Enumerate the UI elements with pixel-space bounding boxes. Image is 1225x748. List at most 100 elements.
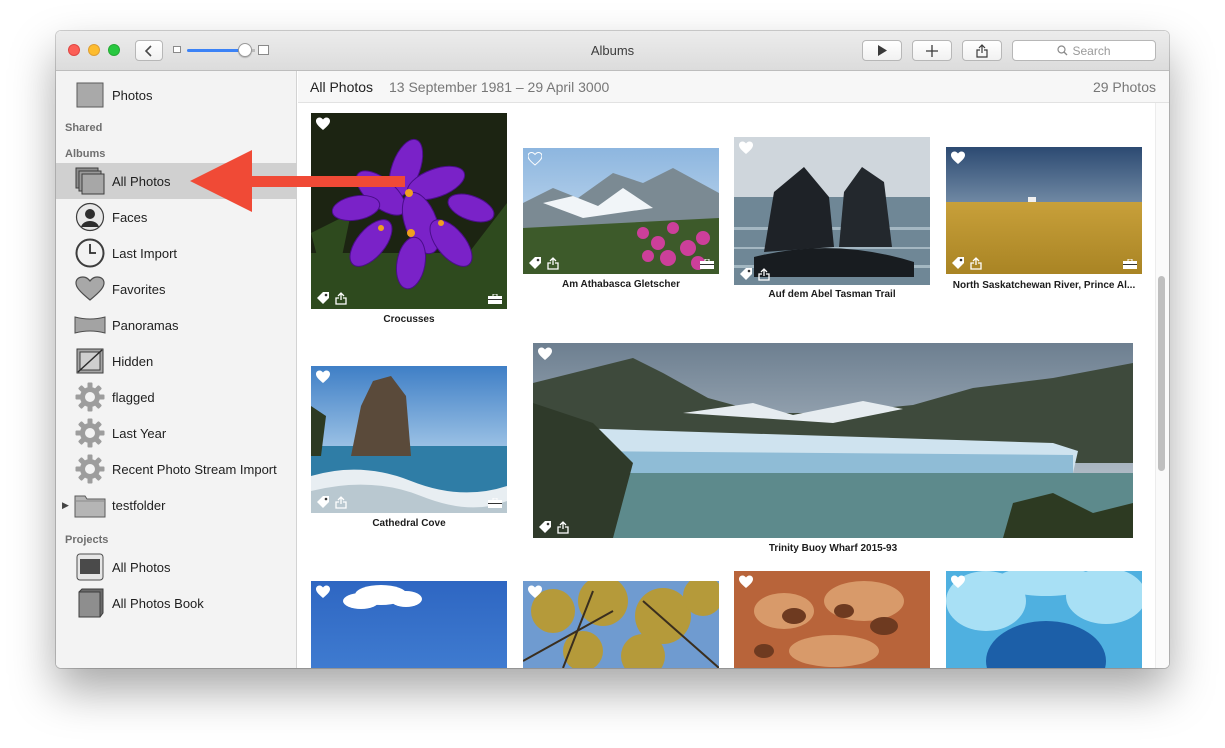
sidebar-item-label: Hidden [112,353,154,369]
favorite-heart-icon[interactable] [538,347,552,361]
keyword-tag-icon[interactable] [528,256,542,270]
faces-icon [74,202,106,232]
favorite-heart-icon[interactable] [528,585,542,599]
sidebar-item-label: testfolder [112,497,166,513]
favorite-heart-icon[interactable] [528,152,542,166]
photo-caption: Crocusses [383,314,435,325]
photo-abel-tasman-image [734,137,930,285]
sidebar-item-label: All Photos [112,173,171,189]
shared-icon [758,268,770,281]
photo-sky-image [311,581,507,668]
photos-icon [74,80,106,110]
sidebar-item-faces[interactable]: Faces [56,199,297,235]
photo-caption: Auf dem Abel Tasman Trail [768,289,896,300]
photo-thumbnail[interactable] [734,571,930,668]
keyword-tag-icon[interactable] [316,495,330,509]
sidebar-item-hidden[interactable]: Hidden [56,343,297,379]
sidebar-item-label: Last Import [112,245,178,261]
sidebar-item-favorites[interactable]: Favorites [56,271,297,307]
shared-icon [335,496,347,509]
heart-icon [74,274,106,304]
sidebar-item-recent-photo-stream-import[interactable]: Recent Photo Stream Import [56,451,297,487]
photo-caption: North Saskatchewan River, Prince Al... [952,280,1136,291]
sidebar-item-project-all-photos[interactable]: All Photos [56,549,297,585]
sidebar-item-all-photos-book[interactable]: All Photos Book [56,585,297,621]
photo-thumbnail[interactable] [946,571,1142,668]
add-button[interactable] [912,40,952,61]
photo-saskatchewan-image [946,147,1142,274]
photo-count: 29 Photos [1092,79,1156,95]
sidebar-item-last-import[interactable]: Last Import [56,235,297,271]
book-icon [74,588,106,618]
plus-icon [926,44,938,57]
photo-sandstone-image [734,571,930,668]
briefcase-icon [488,294,502,304]
sidebar-item-label: Panoramas [112,317,179,333]
briefcase-icon [700,259,714,269]
album-title: All Photos [310,79,374,95]
search-field[interactable]: Search [1012,40,1156,61]
favorite-heart-icon[interactable] [316,585,330,599]
keyword-tag-icon[interactable] [739,267,753,281]
keyword-tag-icon[interactable] [316,291,330,305]
sidebar-item-label: Photos [112,87,153,103]
favorite-heart-icon[interactable] [316,117,330,131]
all-photos-icon [74,166,106,196]
gear-icon [74,382,106,412]
clock-icon [74,238,106,268]
disclosure-triangle-icon[interactable]: ▶ [62,500,69,511]
photos-window: Albums Search Photos Shared Albums All P… [56,31,1169,668]
photo-thumbnail[interactable] [533,343,1133,538]
photo-browser: All Photos 13 September 1981 – 29 April … [298,71,1169,668]
photo-thumbnail[interactable] [311,113,507,309]
title-bar: Albums Search [56,31,1169,71]
photo-thumbnail[interactable] [311,366,507,513]
photo-trinity-buoy-wharf-image [533,343,1133,538]
scrollbar-thumb[interactable] [1158,276,1165,471]
sidebar: Photos Shared Albums All Photos Faces La… [56,71,297,668]
photo-athabasca-image [523,148,719,274]
hidden-icon [74,346,106,376]
sidebar-item-photos[interactable]: Photos [56,77,297,113]
sidebar-item-testfolder[interactable]: ▶ testfolder [56,487,297,523]
photo-cathedral-cove-image [311,366,507,513]
section-header-projects: Projects [65,534,109,546]
gear-icon [74,418,106,448]
slideshow-button[interactable] [862,40,902,61]
photo-thumbnail[interactable] [311,581,507,668]
photo-ice-cave-image [946,571,1142,668]
briefcase-icon [1123,259,1137,269]
keyword-tag-icon[interactable] [951,256,965,270]
photo-thumbnail[interactable] [523,148,719,274]
panorama-icon [74,310,106,340]
section-header-albums: Albums [65,148,106,160]
sidebar-item-label: All Photos [112,559,171,575]
photo-caption: Am Athabasca Gletscher [561,279,680,290]
sidebar-item-label: Faces [112,209,148,225]
search-placeholder: Search [1072,43,1111,58]
favorite-heart-icon[interactable] [316,370,330,384]
share-button[interactable] [962,40,1002,61]
favorite-heart-icon[interactable] [739,575,753,589]
sidebar-item-panoramas[interactable]: Panoramas [56,307,297,343]
sidebar-item-label: All Photos Book [112,595,204,611]
favorite-heart-icon[interactable] [951,575,965,589]
shared-icon [557,521,569,534]
photo-thumbnail[interactable] [523,581,719,668]
favorite-heart-icon[interactable] [739,141,753,155]
sidebar-item-last-year[interactable]: Last Year [56,415,297,451]
photo-thumbnail[interactable] [734,137,930,285]
play-icon [878,45,887,56]
sidebar-item-flagged[interactable]: flagged [56,379,297,415]
photo-caption: Trinity Buoy Wharf 2015-93 [768,543,898,554]
keyword-tag-icon[interactable] [538,520,552,534]
shared-icon [970,257,982,270]
sidebar-item-label: Recent Photo Stream Import [112,461,277,477]
photo-thumbnail[interactable] [946,147,1142,274]
favorite-heart-icon[interactable] [951,151,965,165]
photo-caption: Cathedral Cove [372,518,446,529]
share-icon [976,43,988,58]
section-header-shared: Shared [65,122,103,134]
sidebar-item-all-photos[interactable]: All Photos [56,163,297,199]
project-icon [74,552,106,582]
